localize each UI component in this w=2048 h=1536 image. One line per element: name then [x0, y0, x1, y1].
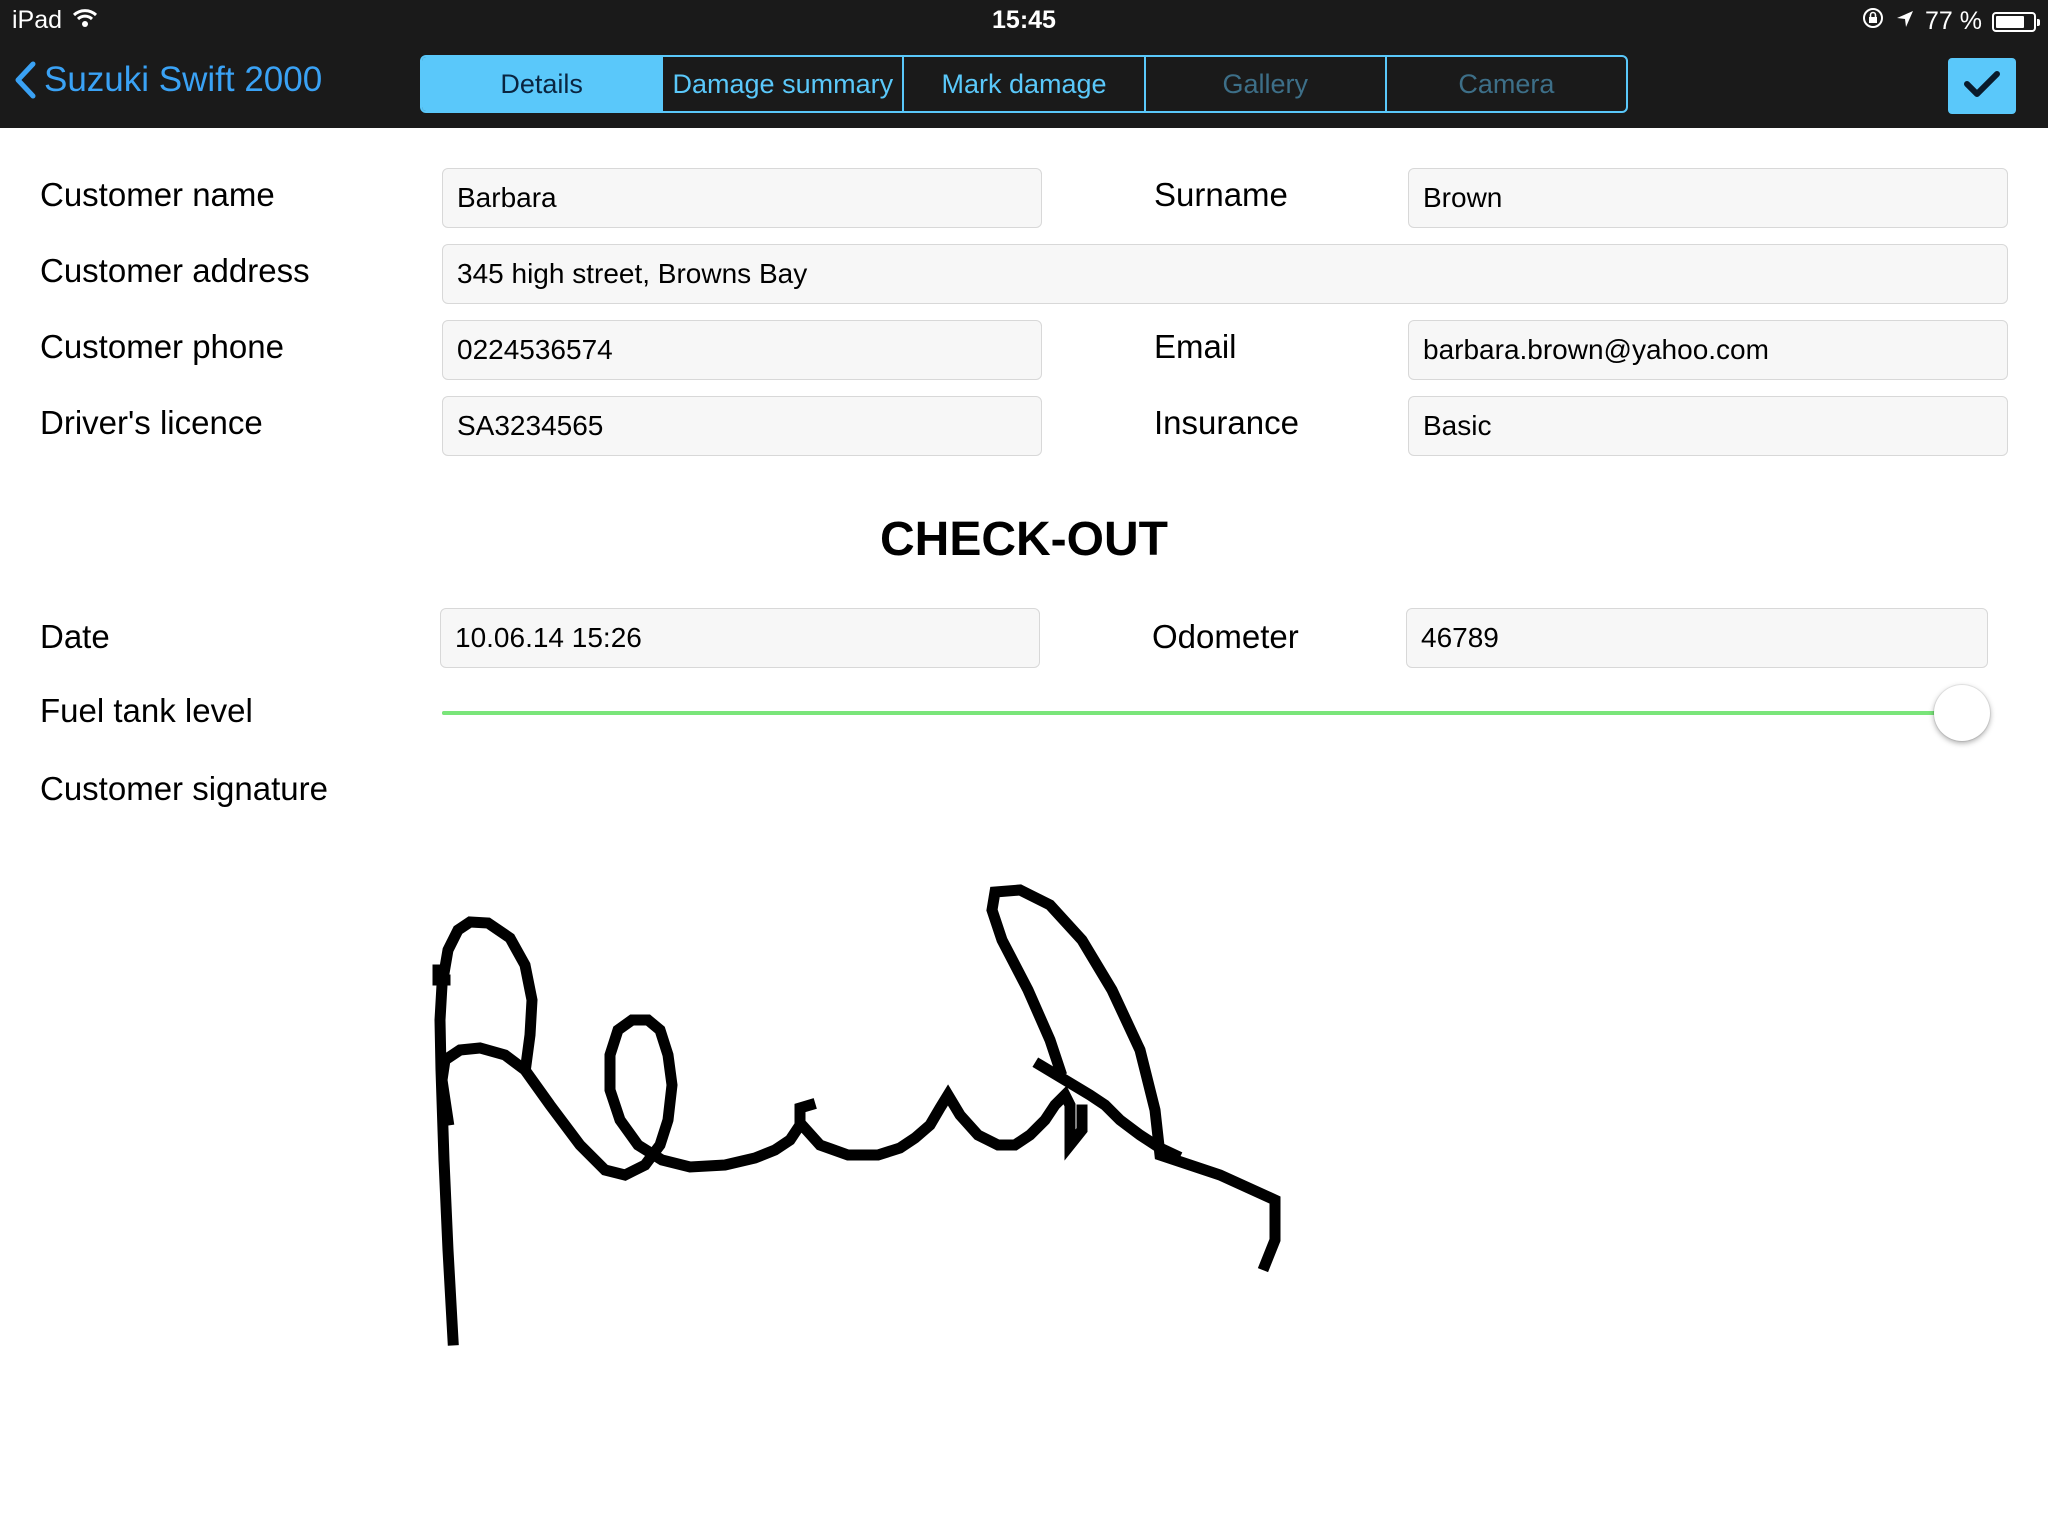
customer-address-label: Customer address	[40, 252, 310, 289]
checkmark-icon	[1962, 68, 2002, 105]
fuel-level-fill	[442, 711, 1962, 715]
drivers-licence-field[interactable]: SA3234565	[442, 396, 1042, 456]
email-field[interactable]: barbara.brown@yahoo.com	[1408, 320, 2008, 380]
navigation-bar: Suzuki Swift 2000 Details Damage summary…	[0, 40, 2048, 128]
customer-address-field[interactable]: 345 high street, Browns Bay	[442, 244, 2008, 304]
customer-signature-label: Customer signature	[40, 770, 328, 807]
location-arrow-icon	[1895, 7, 1915, 36]
rotation-lock-icon	[1861, 6, 1885, 37]
date-field[interactable]: 10.06.14 15:26	[440, 608, 1040, 668]
surname-label: Surname	[1154, 176, 1288, 213]
battery-fill	[1996, 15, 2024, 28]
section-tabs: Details Damage summary Mark damage Galle…	[420, 55, 1628, 113]
tab-gallery[interactable]: Gallery	[1146, 57, 1387, 111]
signature-stroke	[436, 1014, 817, 1181]
status-bar: iPad 15:45 77 %	[0, 0, 2048, 40]
insurance-label: Insurance	[1154, 404, 1299, 441]
back-button-label: Suzuki Swift 2000	[44, 60, 323, 99]
status-right: 77 %	[1861, 6, 2040, 37]
insurance-field[interactable]: Basic	[1408, 396, 2008, 456]
fuel-level-slider-thumb[interactable]	[1934, 685, 1990, 741]
battery-percent: 77 %	[1925, 7, 1982, 35]
odometer-label: Odometer	[1152, 618, 1299, 655]
odometer-field[interactable]: 46789	[1406, 608, 1988, 668]
tab-mark-damage[interactable]: Mark damage	[904, 57, 1146, 111]
section-title-checkout: CHECK-OUT	[880, 513, 1168, 566]
customer-phone-field[interactable]: 0224536574	[442, 320, 1042, 380]
customer-name-field[interactable]: Barbara	[442, 168, 1042, 228]
signature-stroke	[794, 1084, 1088, 1161]
clock: 15:45	[992, 6, 1056, 34]
battery-icon	[1992, 11, 2040, 32]
drivers-licence-label: Driver's licence	[40, 404, 263, 441]
fuel-level-slider[interactable]	[442, 711, 1962, 715]
fuel-tank-level-label: Fuel tank level	[40, 692, 253, 729]
tab-damage-summary[interactable]: Damage summary	[663, 57, 905, 111]
tab-camera[interactable]: Camera	[1387, 57, 1626, 111]
done-button[interactable]	[1948, 58, 2016, 114]
back-button[interactable]: Suzuki Swift 2000	[14, 60, 322, 100]
signature-pad[interactable]	[400, 880, 1320, 1360]
customer-name-label: Customer name	[40, 176, 275, 213]
chevron-left-icon	[14, 61, 36, 99]
surname-field[interactable]: Brown	[1408, 168, 2008, 228]
customer-phone-label: Customer phone	[40, 328, 284, 365]
signature-stroke	[986, 884, 1281, 1273]
date-label: Date	[40, 618, 110, 655]
tab-details[interactable]: Details	[422, 57, 664, 111]
signature-stroke	[434, 916, 538, 1346]
email-label: Email	[1154, 328, 1237, 365]
